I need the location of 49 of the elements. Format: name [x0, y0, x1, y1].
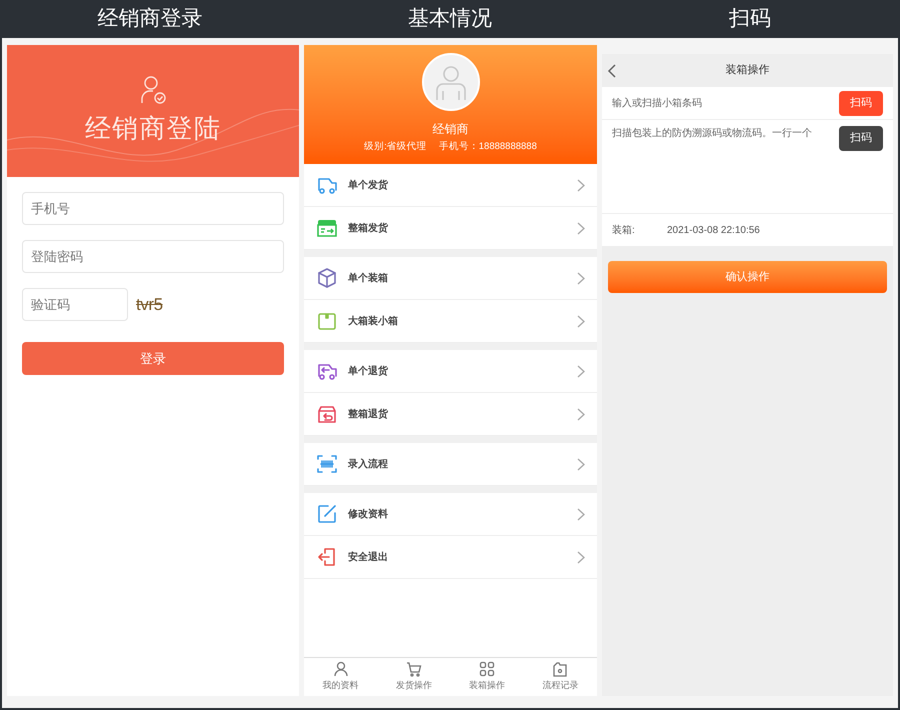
- chevron-icon: [577, 364, 585, 378]
- chevron-icon: [577, 178, 585, 192]
- menu-item[interactable]: 修改资料: [304, 493, 597, 536]
- tab[interactable]: 我的资料: [304, 658, 378, 696]
- chevron-icon: [577, 508, 585, 520]
- menu-item[interactable]: 大箱装小箱: [304, 300, 597, 343]
- folder-icon: [552, 661, 568, 678]
- chevron-icon: [577, 458, 585, 470]
- profile-level: 级别:省级代理: [364, 140, 427, 154]
- packing-time: 2021-03-08 22:10:56: [667, 224, 760, 238]
- chevron-icon: [577, 222, 585, 234]
- packing-label: 装箱:: [612, 224, 636, 238]
- menu-item[interactable]: 单个退货: [304, 350, 597, 393]
- cart-icon: [406, 661, 422, 678]
- chevron-icon: [577, 272, 585, 284]
- user-icon: [332, 661, 349, 678]
- box-icon: [316, 310, 338, 332]
- box-icon: [316, 403, 338, 425]
- edit-icon: [316, 503, 338, 525]
- menu-item[interactable]: 安全退出: [304, 536, 597, 579]
- profile-name: 经销商: [432, 121, 468, 138]
- tab[interactable]: 流程记录: [524, 658, 597, 696]
- menu-item[interactable]: 单个装箱: [304, 257, 597, 300]
- chevron-icon: [577, 408, 585, 420]
- tab[interactable]: 装箱操作: [450, 658, 524, 696]
- password-field[interactable]: 登陆密码: [22, 240, 284, 273]
- page-title: 装箱操作: [726, 63, 770, 78]
- menu-item[interactable]: 单个发货: [304, 164, 597, 207]
- chevron-icon: [577, 314, 585, 328]
- menu-item[interactable]: 录入流程: [304, 443, 597, 486]
- banner-title: 经销商登陆: [84, 112, 222, 144]
- captcha-image: tvr5: [136, 294, 163, 316]
- menu-item[interactable]: 整箱退货: [304, 393, 597, 436]
- captcha-field[interactable]: 验证码: [22, 288, 128, 321]
- cube-icon: [316, 267, 338, 289]
- back-button[interactable]: [607, 64, 616, 78]
- chevron-icon: [577, 550, 585, 564]
- exit-icon: [316, 546, 338, 568]
- column-title: 扫码: [729, 6, 771, 32]
- phone-field[interactable]: 手机号: [22, 192, 284, 225]
- menu-item[interactable]: 整箱发货: [304, 207, 597, 250]
- profile-phone: 手机号：18888888888: [438, 140, 537, 154]
- scan-button[interactable]: 扫码: [839, 126, 883, 151]
- column-title: 基本情况: [408, 6, 492, 32]
- grid-icon: [479, 661, 496, 678]
- tab[interactable]: 发货操作: [377, 658, 450, 696]
- column-title: 经销商登录: [98, 6, 202, 32]
- box-icon: [316, 217, 338, 239]
- scan-icon: [316, 453, 338, 475]
